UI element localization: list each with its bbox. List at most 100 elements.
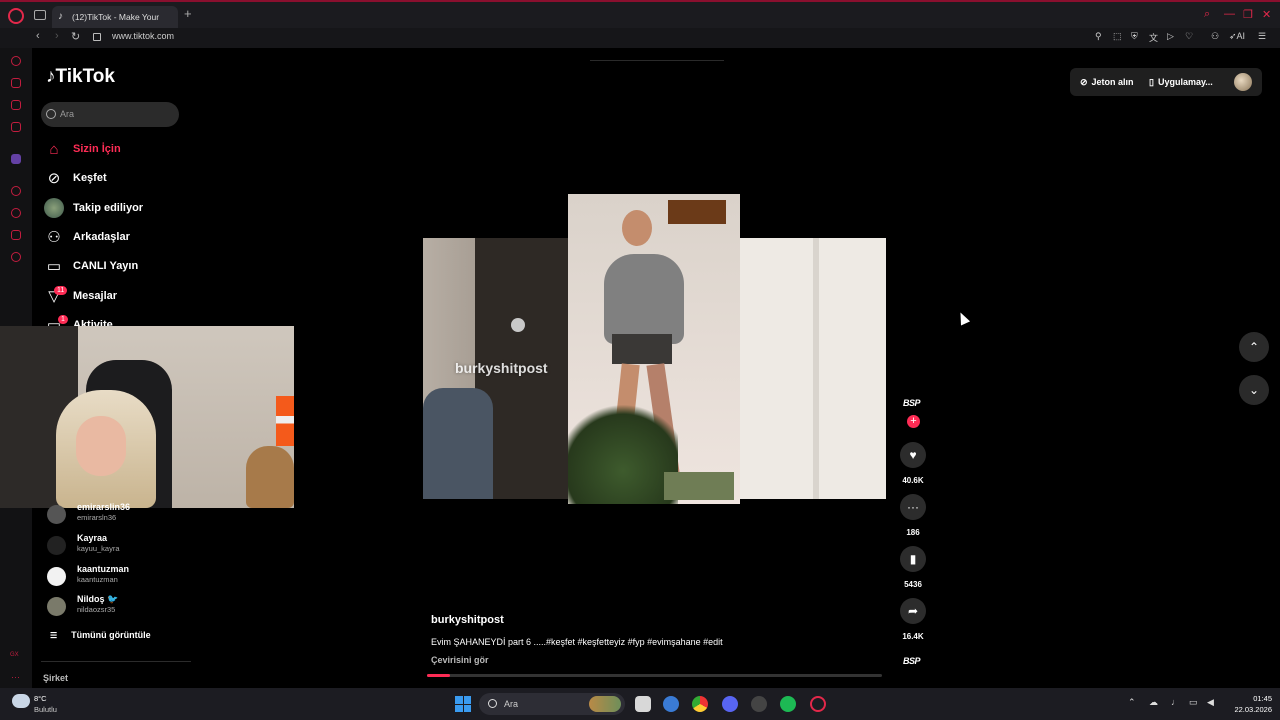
company-section[interactable]: Şirket	[43, 673, 68, 683]
nav-friends[interactable]: ⚇ Arkadaşlar	[44, 226, 130, 248]
shopping-icon[interactable]	[11, 78, 21, 88]
translate-icon[interactable]: 文	[1149, 31, 1158, 44]
next-video-button[interactable]: ⌄	[1239, 375, 1269, 405]
close-window-button[interactable]: ✕	[1262, 8, 1271, 21]
forward-button[interactable]: ›	[55, 30, 59, 42]
aria-ai-button[interactable]: ➶AI	[1229, 31, 1245, 42]
list-icon: ☰	[50, 631, 58, 640]
mic-icon[interactable]: ♩	[1171, 697, 1180, 707]
comment-button[interactable]: ···	[900, 494, 926, 520]
nav-following[interactable]: Takip ediliyor	[44, 197, 143, 219]
save-button[interactable]: ▮	[900, 546, 926, 572]
see-all-label: Tümünü görüntüle	[71, 630, 151, 640]
get-app-button[interactable]: ▯ Uygulamay...	[1141, 70, 1221, 94]
more-icon[interactable]: ···	[11, 672, 21, 682]
webcam-overlay	[0, 326, 294, 508]
taskbar-search[interactable]: Ara	[479, 693, 625, 715]
nav-for-you[interactable]: ⌂ Sizin İçin	[44, 138, 120, 160]
twitch-icon[interactable]	[11, 154, 21, 164]
minimize-button[interactable]: —	[1224, 8, 1235, 20]
video-description: Evim ŞAHANEYDİ part 6 .....#keşfet #keşf…	[431, 637, 723, 647]
get-coins-button[interactable]: ⊘ Jeton alın	[1072, 70, 1142, 94]
new-tab-button[interactable]: +	[184, 6, 192, 21]
start-button[interactable]	[455, 696, 471, 712]
volume-icon[interactable]: ◀	[1207, 697, 1214, 708]
coins-label: Jeton alın	[1091, 77, 1134, 87]
tray-chevron-icon[interactable]: ⌃	[1128, 697, 1136, 708]
opera-gx-icon[interactable]	[810, 696, 826, 712]
bookmark-icon: ▮	[909, 552, 917, 566]
profile-avatar[interactable]	[1234, 73, 1252, 91]
video-progress-bar[interactable]	[427, 674, 882, 677]
browser-tab-tiktok[interactable]: ♪ (12)TikTok - Make Your	[52, 6, 178, 28]
pin-icon[interactable]: ⚲	[1095, 31, 1102, 42]
avatar	[47, 597, 66, 616]
back-button[interactable]: ‹	[36, 30, 40, 42]
video-door-frame	[813, 238, 819, 499]
search-icon	[46, 109, 56, 119]
account-icon[interactable]: ⚇	[1211, 31, 1219, 42]
address-bar: ‹ › ↻ www.tiktok.com ⚲ ⬚ ⛨ 文 ▷ ♡ ⚇ ➶AI ☰	[0, 28, 1280, 48]
comment-icon: ···	[907, 500, 919, 514]
history-icon[interactable]	[11, 208, 21, 218]
app-icon[interactable]	[663, 696, 679, 712]
shield-icon[interactable]: ⛨	[1131, 31, 1138, 42]
music-disc[interactable]: BSP	[903, 656, 921, 666]
player-icon[interactable]	[11, 186, 21, 196]
traffic-cone	[276, 396, 294, 446]
follow-button[interactable]: +	[907, 415, 920, 428]
comment-count: 186	[906, 528, 920, 537]
nav-explore[interactable]: ⊘ Keşfet	[44, 167, 107, 189]
chrome-icon[interactable]	[692, 696, 708, 712]
creator-avatar[interactable]: BSP	[903, 398, 921, 408]
extensions-icon[interactable]	[11, 230, 21, 240]
heart-icon[interactable]: ♡	[1185, 31, 1193, 42]
opera-logo-icon[interactable]	[8, 8, 24, 24]
avatar	[47, 567, 66, 586]
video-author[interactable]: burkyshitpost	[431, 614, 504, 626]
weather-cloud-icon[interactable]	[12, 694, 30, 708]
lock-icon	[93, 33, 101, 41]
account-name: Nildoş 🐦	[77, 594, 119, 604]
search-input[interactable]: Ara	[41, 102, 179, 127]
reload-button[interactable]: ↻	[71, 30, 80, 43]
search-tabs-icon[interactable]: ⌕	[1204, 8, 1210, 21]
account-handle: kayuu_kayra	[77, 544, 120, 553]
nav-live[interactable]: ▭ CANLI Yayın	[44, 255, 138, 277]
url-field[interactable]: www.tiktok.com	[112, 31, 174, 41]
file-explorer-icon[interactable]	[635, 696, 651, 712]
snapshot-icon[interactable]: ⬚	[1113, 31, 1122, 42]
app-label: Uygulamay...	[1157, 77, 1213, 87]
network-icon[interactable]: ▭	[1189, 697, 1198, 708]
account-name: emirarslin36	[77, 502, 131, 512]
tab-island-icon[interactable]	[34, 10, 46, 20]
account-handle: emirarsln36	[77, 513, 117, 522]
aria-icon[interactable]	[11, 56, 21, 66]
previous-video-button[interactable]: ⌃	[1239, 332, 1269, 362]
share-button[interactable]: ➦	[900, 598, 926, 624]
like-button[interactable]: ♥	[900, 442, 926, 468]
settings-icon[interactable]	[11, 252, 21, 262]
game-icon[interactable]	[751, 696, 767, 712]
see-all-link[interactable]: ☰ Tümünü görüntüle	[50, 630, 151, 640]
nav-label: Mesajlar	[73, 290, 118, 302]
clock[interactable]: 01:45 22.03.2026	[1226, 693, 1272, 715]
gx-icon[interactable]: GX	[10, 652, 20, 662]
tiktok-logo[interactable]: ♪TikTok	[46, 66, 115, 88]
messenger-icon[interactable]	[11, 100, 21, 110]
menu-icon[interactable]: ☰	[1258, 31, 1266, 42]
onedrive-icon[interactable]: ☁	[1149, 697, 1158, 708]
account-handle: kaantuzman	[77, 575, 118, 584]
restore-button[interactable]: ❐	[1243, 8, 1253, 21]
see-translation-link[interactable]: Çevirisini gör	[431, 655, 489, 665]
video-plant	[568, 394, 678, 504]
instagram-icon[interactable]	[11, 122, 21, 132]
avatar	[44, 198, 64, 218]
discord-icon[interactable]	[722, 696, 738, 712]
play-icon[interactable]: ▷	[1167, 31, 1174, 42]
spotify-icon[interactable]	[780, 696, 796, 712]
weather-temp[interactable]: 8°C	[34, 694, 47, 703]
phone-icon: ▯	[1149, 76, 1154, 87]
video-person-head	[622, 210, 652, 246]
divider	[41, 661, 191, 662]
